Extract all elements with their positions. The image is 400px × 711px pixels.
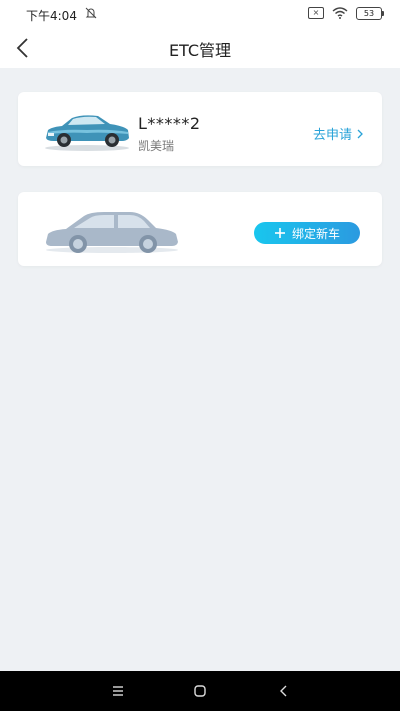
- car-photo: [45, 115, 129, 151]
- apply-label: 去申请: [312, 128, 352, 143]
- mute-notification-icon: [85, 7, 97, 19]
- battery-level: 53: [363, 8, 375, 18]
- plus-icon: [274, 228, 285, 238]
- system-back-icon[interactable]: [276, 683, 292, 699]
- car-model: 凯美瑞: [138, 139, 175, 153]
- no-sim-icon: ×: [308, 7, 324, 19]
- wifi-icon: [332, 7, 348, 19]
- page-title: ETC管理: [168, 41, 232, 60]
- license-plate: L*****2: [138, 114, 201, 133]
- home-icon[interactable]: [192, 683, 208, 699]
- nav-bar: ETC管理: [0, 28, 400, 68]
- status-bar: 下午4:04 × 53: [0, 0, 400, 28]
- chevron-right-icon: [357, 129, 363, 138]
- status-time: 下午4:04: [26, 9, 77, 23]
- menu-icon[interactable]: [110, 683, 126, 699]
- car-placeholder-icon: [46, 212, 178, 253]
- bind-new-car-button[interactable]: 绑定新车: [254, 222, 360, 244]
- battery-icon: 53: [356, 6, 384, 20]
- add-vehicle-card: 绑定新车: [18, 192, 382, 266]
- system-nav-bar: [0, 671, 400, 711]
- vehicle-card[interactable]: L*****2 凯美瑞 去申请: [18, 92, 382, 166]
- bind-new-car-label: 绑定新车: [291, 226, 340, 241]
- apply-button[interactable]: 去申请: [313, 124, 364, 143]
